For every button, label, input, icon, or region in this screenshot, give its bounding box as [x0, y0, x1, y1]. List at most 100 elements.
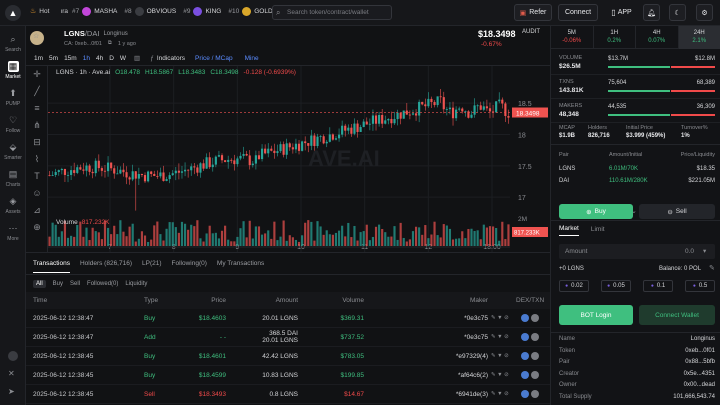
txn-link-icon[interactable] — [531, 314, 539, 322]
tx-maker[interactable]: *0e3c75 — [464, 328, 488, 346]
info-value[interactable]: 0x88...5bfb — [685, 359, 715, 370]
maker-actions-icons[interactable]: ✎ ▼ ⊘ — [491, 328, 509, 346]
notification-button[interactable]: 🔔︎ — [643, 4, 660, 21]
text-icon[interactable]: T — [26, 168, 48, 185]
filter-sell[interactable]: Sell — [70, 281, 80, 287]
trend-fragment[interactable]: ıra — [60, 8, 68, 15]
trendline-icon[interactable]: ╱ — [26, 83, 48, 100]
column-header[interactable]: Volume — [342, 292, 364, 309]
column-header[interactable]: Amount — [276, 292, 298, 309]
interval-4h[interactable]: 4h — [96, 55, 103, 62]
maker-actions-icons[interactable]: ✎ ▼ ⊘ — [491, 309, 509, 327]
sidebar-item-smarter[interactable]: ⬙ Smarter — [0, 138, 26, 165]
fork-icon[interactable]: ⋔ — [26, 117, 48, 134]
trending-item[interactable]: #9 KING — [183, 7, 221, 16]
info-value[interactable]: 0xeb...0f01 — [685, 348, 715, 359]
copy-icon[interactable]: ⧉ — [108, 40, 112, 47]
edit-icon[interactable]: ✎ — [709, 264, 715, 272]
buy-tab-button[interactable]: ⊕ Buy — [559, 204, 633, 219]
tx-maker[interactable]: *6941de(3) — [456, 385, 488, 403]
preset-amount-button[interactable]: ● 0.05 — [601, 280, 631, 292]
filter-liquidity[interactable]: Liquidity — [125, 281, 147, 287]
interval-1m[interactable]: 1m — [34, 55, 43, 62]
tx-maker[interactable]: *0e3c75 — [464, 309, 488, 327]
txn-link-icon[interactable] — [531, 371, 539, 379]
maker-actions-icons[interactable]: ✎ ▼ ⊘ — [491, 385, 509, 403]
sidebar-item-search[interactable]: ⌕ Search — [0, 30, 26, 57]
maker-actions-icons[interactable]: ✎ ▼ ⊘ — [491, 366, 509, 384]
interval-1h[interactable]: 1h — [83, 55, 90, 62]
column-header[interactable]: Time — [33, 292, 47, 309]
dex-txn-icons[interactable] — [521, 328, 539, 346]
dex-txn-icons[interactable] — [521, 385, 539, 403]
tx-tab[interactable]: My Transactions — [217, 260, 264, 267]
bot-login-button[interactable]: BOT Login — [559, 305, 633, 325]
dex-txn-icons[interactable] — [521, 309, 539, 327]
zoom-icon[interactable]: ⊕ — [26, 219, 48, 236]
interval-W[interactable]: W — [120, 55, 126, 62]
price-mcap-toggle[interactable]: Price / MCap — [195, 55, 233, 62]
dex-icon[interactable] — [521, 390, 529, 398]
txn-link-icon[interactable] — [531, 333, 539, 341]
timeframe-5m[interactable]: 5M -0.06% — [551, 26, 594, 49]
trending-item[interactable]: #8 OBVIOUS — [124, 7, 176, 16]
sidebar-item-market[interactable]: ▦ Market — [0, 57, 26, 84]
info-value[interactable]: 0x00...dead — [684, 382, 715, 393]
txn-link-icon[interactable] — [531, 352, 539, 360]
refer-button[interactable]: ▣ Refer — [514, 4, 552, 21]
info-value[interactable]: 0x5e...4351 — [684, 371, 715, 382]
favorite-star-icon[interactable]: ☆ — [33, 32, 39, 40]
trending-item[interactable]: #7 MASHA — [72, 7, 117, 16]
column-header[interactable]: Price — [211, 292, 226, 309]
dex-icon[interactable] — [521, 333, 529, 341]
dex-icon[interactable] — [521, 371, 529, 379]
telegram-icon[interactable] — [8, 351, 18, 361]
maker-actions-icons[interactable]: ✎ ▼ ⊘ — [491, 347, 509, 365]
emoji-icon[interactable]: ☺ — [26, 185, 48, 202]
interval-D[interactable]: D — [109, 55, 114, 62]
preset-amount-button[interactable]: ● 0.02 — [559, 280, 589, 292]
dex-txn-icons[interactable] — [521, 347, 539, 365]
tx-tab[interactable]: Transactions — [33, 260, 70, 273]
contract-address[interactable]: CA: 0xeb...0f01 — [64, 41, 102, 47]
txn-link-icon[interactable] — [531, 390, 539, 398]
pattern-icon[interactable]: ⌇ — [26, 151, 48, 168]
table-row[interactable]: 2025-06-12 12:38:45 Buy $18.4601 42.42 LGNS… — [26, 347, 550, 366]
tx-tab[interactable]: Holders (826,716) — [80, 260, 132, 267]
table-row[interactable]: 2025-06-12 12:38:47 Add - - 368.5 DAI 20.01 … — [26, 328, 550, 347]
ave-logo[interactable]: ▲ — [5, 5, 21, 21]
theme-toggle-button[interactable]: ☾ — [669, 4, 686, 21]
timeframe-24h[interactable]: 24H 2.1% — [678, 26, 720, 49]
interval-15m[interactable]: 15m — [64, 55, 77, 62]
connect-button[interactable]: Connect — [558, 4, 598, 21]
sidebar-item-assets[interactable]: ◈ Assets — [0, 192, 26, 219]
candle-type-icon[interactable]: ▥ — [134, 54, 140, 62]
filter-buy[interactable]: Buy — [53, 281, 63, 287]
column-header[interactable]: Type — [144, 292, 158, 309]
ruler-icon[interactable]: ⊿ — [26, 202, 48, 219]
tx-tab[interactable]: LP(21) — [142, 260, 162, 267]
tx-maker[interactable]: *af64c6(2) — [458, 366, 488, 384]
interval-5m[interactable]: 5m — [49, 55, 58, 62]
app-button[interactable]: ▯ APP — [605, 4, 638, 21]
sidebar-item-more[interactable]: ⋯ More — [0, 219, 26, 246]
sidebar-item-charts[interactable]: ▤ Charts — [0, 165, 26, 192]
table-row[interactable]: 2025-06-12 12:38:47 Buy $18.4603 20.01 LGNS… — [26, 309, 550, 328]
token-switch-icon[interactable]: ▾ — [703, 247, 706, 255]
horizontal-lines-icon[interactable]: ≡ — [26, 100, 48, 117]
tx-tab[interactable]: Following(0) — [172, 260, 207, 267]
table-row[interactable]: 2025-06-12 12:38:45 Buy $18.4599 10.83 LGNS… — [26, 366, 550, 385]
amount-input[interactable]: Amount 0.0 ▾ — [559, 244, 715, 259]
audit-tab[interactable]: AUDIT — [522, 29, 540, 35]
sell-tab-button[interactable]: ⊖ Sell — [639, 204, 715, 219]
candlestick-chart[interactable]: 18.51817.51778910111218:00AVE.AI18.34982… — [48, 66, 550, 266]
timeframe-1h[interactable]: 1H 0.2% — [594, 26, 636, 49]
dex-txn-icons[interactable] — [521, 366, 539, 384]
sidebar-item-follow[interactable]: ♡ Follow — [0, 111, 26, 138]
dex-icon[interactable] — [521, 352, 529, 360]
twitter-icon[interactable]: ✕ — [8, 369, 15, 378]
filter-all[interactable]: All — [33, 279, 46, 288]
trending-item[interactable]: #10 GOLD — [228, 7, 273, 16]
market-tab[interactable]: Market — [559, 225, 579, 236]
crosshair-icon[interactable]: ✛ — [26, 66, 48, 83]
